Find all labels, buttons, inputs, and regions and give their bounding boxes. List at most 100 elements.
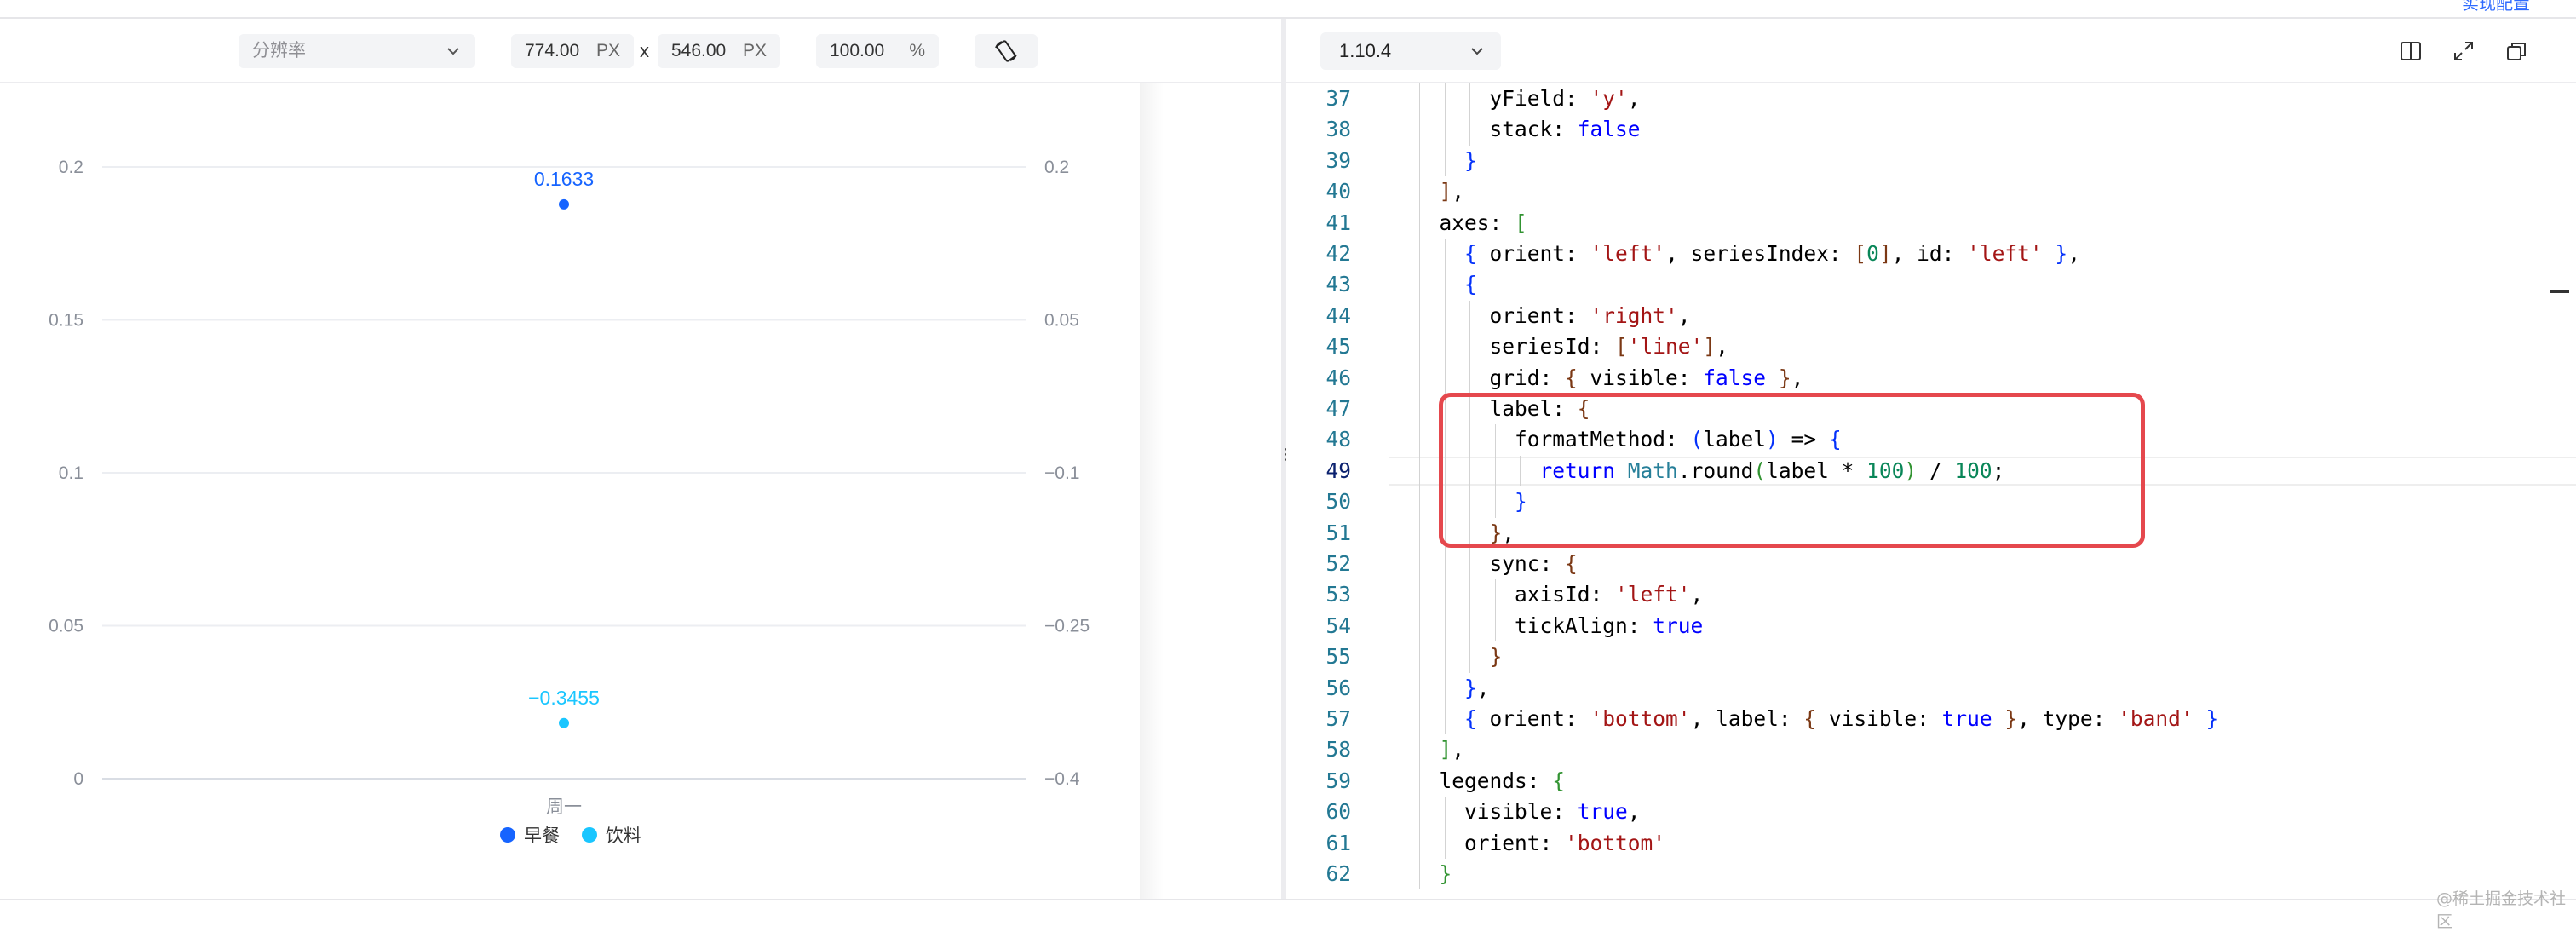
- line-code: {: [1414, 269, 1477, 300]
- code-token: orient:: [1476, 241, 1590, 266]
- line-number: 48: [1325, 427, 1351, 452]
- resolution-select[interactable]: 分辨率: [239, 34, 475, 68]
- indent-guide: [1444, 672, 1446, 704]
- indent-guide: [1419, 827, 1420, 859]
- code-line[interactable]: 60 visible: true,: [1286, 797, 2576, 828]
- code-token: {: [1464, 272, 1477, 297]
- expand-icon[interactable]: [2452, 39, 2475, 63]
- code-line[interactable]: 62 }: [1286, 859, 2576, 890]
- code-line[interactable]: 54 tickAlign: true: [1286, 610, 2576, 642]
- data-point: [559, 198, 569, 210]
- scroll-position-marker[interactable]: [2550, 290, 2569, 293]
- watermark: @稀土掘金技术社区: [2436, 889, 2567, 931]
- code-token: [: [1854, 241, 1867, 266]
- code-line[interactable]: 43 {: [1286, 269, 2576, 301]
- preview-toolbar: 分辨率 774.00 PX x 546.00 PX 100.00 %: [0, 19, 1281, 83]
- code-token: yField:: [1414, 86, 1590, 111]
- code-token: 'left': [1967, 241, 2043, 266]
- line-number: 62: [1325, 861, 1351, 886]
- line-code: orient: 'bottom': [1414, 828, 1665, 859]
- right-axis-tick-label: 0.05: [1044, 311, 1079, 331]
- code-line[interactable]: 45 seriesId: ['line'],: [1286, 331, 2576, 363]
- code-token: ,: [1627, 86, 1641, 111]
- width-input[interactable]: 774.00 PX: [511, 34, 634, 68]
- code-token: 'left': [1590, 241, 1666, 266]
- indent-guide: [1419, 610, 1420, 642]
- indent-guide: [1419, 704, 1420, 735]
- code-token: true: [1653, 613, 1704, 638]
- line-code: grid: { visible: false },: [1414, 363, 1804, 394]
- code-line[interactable]: 46 grid: { visible: false },: [1286, 362, 2576, 394]
- indent-guide: [1419, 300, 1420, 332]
- code-line[interactable]: 44 orient: 'right',: [1286, 300, 2576, 332]
- code-line[interactable]: 38 stack: false: [1286, 114, 2576, 146]
- line-number: 53: [1325, 582, 1351, 607]
- code-token: ]: [1703, 334, 1716, 360]
- chevron-down-icon: [446, 34, 460, 80]
- code-line[interactable]: 58 ],: [1286, 734, 2576, 766]
- indent-guide: [1444, 300, 1446, 332]
- code-line[interactable]: 61 orient: 'bottom': [1286, 827, 2576, 859]
- code-line[interactable]: 42 { orient: 'left', seriesIndex: [0], i…: [1286, 239, 2576, 270]
- left-axis-tick-label: 0.2: [59, 158, 83, 177]
- top-right-link[interactable]: 实现配置: [2462, 0, 2530, 14]
- right-axis-tick-label: −0.4: [1044, 769, 1080, 789]
- line-code: stack: false: [1414, 114, 1641, 145]
- code-token: {: [1565, 365, 1578, 390]
- line-code: { orient: 'left', seriesIndex: [0], id: …: [1414, 239, 2080, 269]
- version-select[interactable]: 1.10.4: [1320, 32, 1501, 70]
- code-line[interactable]: 57 { orient: 'bottom', label: { visible:…: [1286, 704, 2576, 735]
- panel-layout-icon[interactable]: [2399, 39, 2423, 63]
- legend-marker: [582, 827, 597, 843]
- indent-guide: [1419, 145, 1420, 177]
- code-line[interactable]: 53 axisId: 'left',: [1286, 579, 2576, 611]
- code-token: true: [1941, 706, 1992, 731]
- line-number: 49: [1325, 457, 1351, 483]
- chart-svg: 0 0.05 0.1 0.15 0.2 −0.4 −0.25 −0.1 0.05 0.2 周一 0.1…: [49, 158, 1090, 846]
- code-line[interactable]: 40 ],: [1286, 176, 2576, 208]
- code-token: grid:: [1414, 365, 1566, 390]
- code-line[interactable]: 59 legends: {: [1286, 765, 2576, 797]
- code-line[interactable]: 37 yField: 'y',: [1286, 83, 2576, 115]
- code-token: }: [1489, 644, 1503, 670]
- line-code: orient: 'right',: [1414, 301, 1691, 331]
- code-token: tickAlign:: [1414, 613, 1653, 638]
- chart-area: 0 0.05 0.1 0.15 0.2 −0.4 −0.25 −0.1 0.05 0.2 周一 0.1…: [0, 83, 1141, 899]
- line-code: tickAlign: true: [1414, 611, 1703, 641]
- copy-icon[interactable]: [2504, 39, 2528, 63]
- right-axis-tick-label: −0.1: [1044, 463, 1079, 483]
- indent-guide: [1419, 579, 1420, 611]
- line-code: { orient: 'bottom', label: { visible: tr…: [1414, 704, 2218, 734]
- code-token: {: [1464, 241, 1477, 266]
- indent-guide: [1419, 797, 1420, 828]
- code-line[interactable]: 52 sync: {: [1286, 549, 2576, 580]
- rotate-button[interactable]: [975, 34, 1038, 68]
- data-label: −0.3455: [528, 687, 600, 709]
- code-line[interactable]: 55 }: [1286, 641, 2576, 673]
- left-axis-tick-label: 0.1: [59, 463, 83, 483]
- indent-guide: [1469, 362, 1470, 394]
- code-token: 'bottom': [1590, 706, 1691, 731]
- line-number: 52: [1325, 551, 1351, 576]
- line-number: 46: [1325, 365, 1351, 390]
- width-unit: PX: [595, 41, 620, 60]
- indent-guide: [1444, 704, 1446, 735]
- line-number: 54: [1325, 613, 1351, 638]
- code-token: ,: [1677, 302, 1691, 328]
- code-token: sync:: [1414, 551, 1566, 576]
- code-token: legends:: [1414, 768, 1553, 793]
- indent-guide: [1469, 83, 1470, 115]
- indent-guide: [1444, 549, 1446, 580]
- right-axis-tick-label: 0.2: [1044, 158, 1069, 177]
- code-line[interactable]: 41 axes: [: [1286, 207, 2576, 239]
- preview-pane: 分辨率 774.00 PX x 546.00 PX 100.00 % 0 0.05: [0, 19, 1281, 899]
- code-line[interactable]: 56 },: [1286, 672, 2576, 704]
- line-number: 51: [1325, 520, 1351, 545]
- code-line[interactable]: 39 }: [1286, 145, 2576, 177]
- width-value: 774.00: [525, 41, 580, 60]
- height-input[interactable]: 546.00 PX: [658, 34, 780, 68]
- zoom-input[interactable]: 100.00 %: [816, 34, 939, 68]
